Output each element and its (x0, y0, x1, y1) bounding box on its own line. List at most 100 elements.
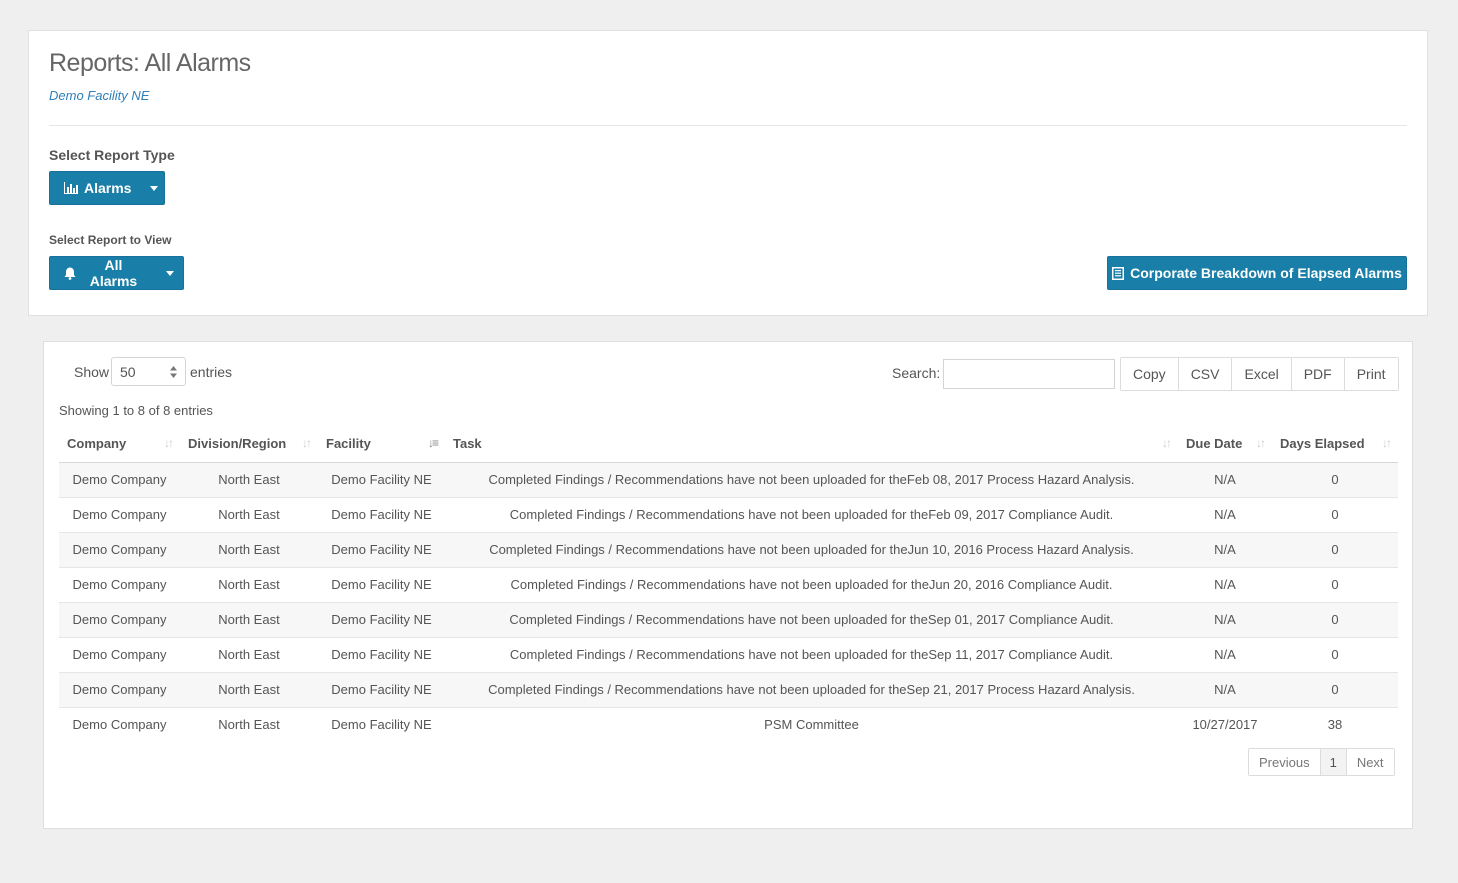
cell-company: Demo Company (59, 532, 180, 568)
cell-facility: Demo Facility NE (318, 567, 445, 603)
show-label: Show (74, 364, 110, 380)
cell-company: Demo Company (72, 717, 167, 733)
report-view-dropdown[interactable]: All Alarms (49, 256, 184, 290)
table-row: Demo Company North East Demo Facility NE… (59, 672, 1398, 708)
cell-division: North East (218, 717, 280, 733)
report-header-panel: Reports: All Alarms Demo Facility NE Sel… (28, 30, 1428, 316)
cell-division: North East (180, 602, 318, 638)
cell-company: Demo Company (59, 462, 180, 498)
sort-icon: ↓↑ (302, 436, 312, 450)
cell-facility: Demo Facility NE (318, 462, 445, 498)
cell-days-elapsed: 0 (1272, 462, 1398, 498)
bell-icon (64, 267, 76, 280)
chevron-down-icon[interactable] (157, 257, 183, 289)
cell-due-date: N/A (1178, 672, 1272, 708)
cell-division: North East (180, 497, 318, 533)
table-row: Demo Company North East Demo Facility NE… (59, 637, 1398, 673)
print-button[interactable]: Print (1343, 358, 1398, 390)
cell-division: North East (180, 567, 318, 603)
cell-facility: Demo Facility NE (318, 532, 445, 568)
document-icon (1112, 266, 1125, 280)
cell-task: Completed Findings / Recommendations hav… (445, 532, 1178, 568)
next-page-button[interactable]: Next (1345, 749, 1394, 775)
cell-days-elapsed: 38 (1327, 717, 1343, 733)
cell-company: Demo Company (59, 602, 180, 638)
report-view-button-label: All Alarms (89, 257, 138, 289)
table-info: Showing 1 to 8 of 8 entries (59, 403, 213, 418)
bar-chart-icon (64, 182, 78, 194)
facility-link[interactable]: Demo Facility NE (49, 88, 149, 103)
entries-label: entries (190, 364, 233, 380)
cell-division: North East (180, 532, 318, 568)
pdf-button[interactable]: PDF (1290, 358, 1344, 390)
table-row: Demo Company North East Demo Facility NE… (59, 707, 1398, 742)
pagination: Previous 1 Next (1248, 748, 1395, 776)
csv-button[interactable]: CSV (1177, 358, 1232, 390)
corporate-breakdown-label: Corporate Breakdown of Elapsed Alarms (1130, 265, 1402, 281)
report-type-dropdown[interactable]: Alarms (49, 171, 165, 205)
cell-facility: Demo Facility NE (318, 602, 445, 638)
cell-division: North East (180, 462, 318, 498)
sort-icon: ↓↑ (1382, 436, 1392, 450)
page-1-button[interactable]: 1 (1319, 749, 1346, 775)
alarms-table-panel: Show 50 entries Search: Copy CSV Excel P… (43, 341, 1413, 829)
cell-facility: Demo Facility NE (318, 497, 445, 533)
search-input[interactable] (943, 359, 1115, 389)
sort-icon: ↓↑ (1256, 436, 1266, 450)
cell-task: Completed Findings / Recommendations hav… (445, 637, 1178, 673)
cell-facility: Demo Facility NE (318, 637, 445, 673)
table-row: Demo Company North East Demo Facility NE… (59, 567, 1398, 603)
cell-due-date: N/A (1178, 462, 1272, 498)
export-buttons: Copy CSV Excel PDF Print (1120, 357, 1399, 391)
cell-company: Demo Company (59, 497, 180, 533)
column-header-company[interactable]: Company ↓↑ (59, 426, 180, 463)
sort-icon: ↓↑ (1162, 436, 1172, 450)
divider (49, 125, 1407, 126)
cell-company: Demo Company (59, 637, 180, 673)
chevron-down-icon[interactable] (143, 172, 164, 204)
report-view-label: Select Report to View (49, 233, 172, 247)
column-header-days-elapsed[interactable]: Days Elapsed ↓↑ (1272, 426, 1398, 463)
column-header-division[interactable]: Division/Region ↓↑ (180, 426, 318, 463)
page-title: Reports: All Alarms (49, 49, 251, 77)
sort-icon: ↓↑ (164, 436, 174, 450)
cell-task: Completed Findings / Recommendations hav… (445, 602, 1178, 638)
cell-task: Completed Findings / Recommendations hav… (445, 497, 1178, 533)
cell-task: Completed Findings / Recommendations hav… (445, 672, 1178, 708)
report-type-button-label: Alarms (84, 180, 132, 196)
cell-facility: Demo Facility NE (318, 672, 445, 708)
cell-days-elapsed: 0 (1272, 602, 1398, 638)
select-arrows-icon (170, 365, 177, 378)
search-label: Search: (892, 365, 941, 381)
cell-days-elapsed: 0 (1272, 497, 1398, 533)
excel-button[interactable]: Excel (1231, 358, 1291, 390)
cell-task: Completed Findings / Recommendations hav… (445, 462, 1178, 498)
cell-task: PSM Committee (764, 717, 859, 733)
table-row: Demo Company North East Demo Facility NE… (59, 497, 1398, 533)
cell-task: Completed Findings / Recommendations hav… (445, 567, 1178, 603)
report-type-label: Select Report Type (49, 147, 175, 163)
cell-due-date: 10/27/2017 (1192, 717, 1258, 733)
column-header-task[interactable]: Task ↓↑ (445, 426, 1178, 463)
cell-division: North East (180, 637, 318, 673)
previous-page-button[interactable]: Previous (1249, 749, 1320, 775)
cell-due-date: N/A (1178, 532, 1272, 568)
table-row: Demo Company North East Demo Facility NE… (59, 602, 1398, 638)
cell-days-elapsed: 0 (1272, 532, 1398, 568)
cell-company: Demo Company (59, 567, 180, 603)
cell-due-date: N/A (1178, 637, 1272, 673)
cell-days-elapsed: 0 (1272, 672, 1398, 708)
column-header-due-date[interactable]: Due Date ↓↑ (1178, 426, 1272, 463)
table-row: Demo Company North East Demo Facility NE… (59, 462, 1398, 498)
alarms-table: Company ↓↑ Division/Region ↓↑ Facility ↓≡ T… (59, 426, 1398, 742)
copy-button[interactable]: Copy (1121, 358, 1178, 390)
cell-due-date: N/A (1178, 567, 1272, 603)
cell-facility: Demo Facility NE (331, 717, 432, 733)
cell-days-elapsed: 0 (1272, 567, 1398, 603)
cell-days-elapsed: 0 (1272, 637, 1398, 673)
corporate-breakdown-button[interactable]: Corporate Breakdown of Elapsed Alarms (1107, 256, 1407, 290)
column-header-facility[interactable]: Facility ↓≡ (318, 426, 445, 463)
table-row: Demo Company North East Demo Facility NE… (59, 532, 1398, 568)
entries-select-value: 50 (120, 363, 136, 380)
entries-select[interactable]: 50 (111, 357, 186, 386)
